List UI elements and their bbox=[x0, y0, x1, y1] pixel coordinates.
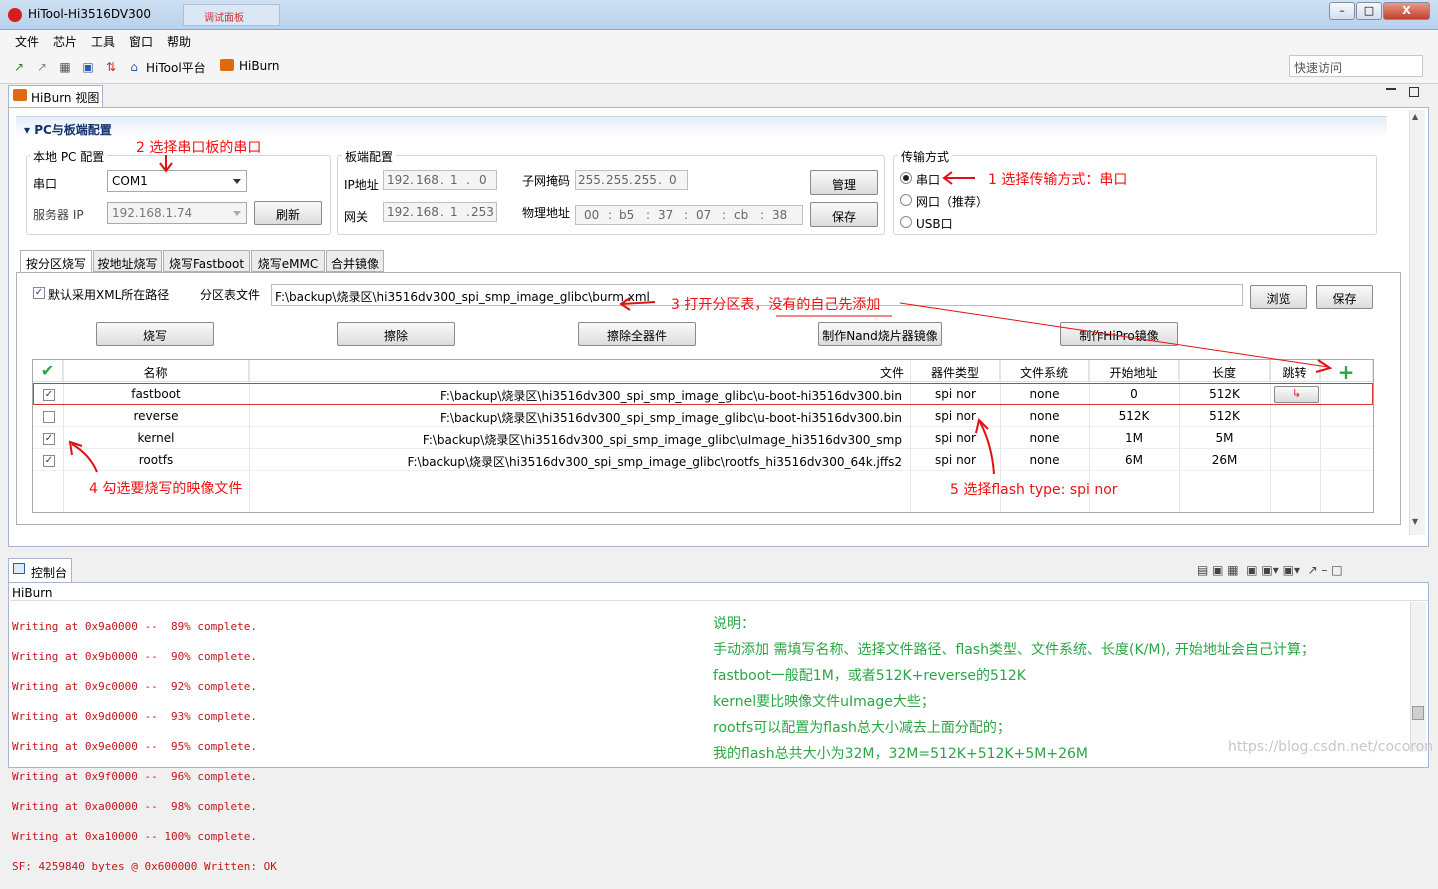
note-line: kernel要比映像文件uImage大些； bbox=[713, 694, 935, 710]
console-line: Writing at 0xa10000 -- 100% complete. bbox=[12, 830, 258, 843]
console-toolbar-icons[interactable]: ▤ ▣ ▦ ▣ ▣▾ ▣▾ ↗ – □ bbox=[1197, 563, 1343, 577]
console-scrollbar[interactable] bbox=[1410, 602, 1426, 752]
arrow-5 bbox=[979, 421, 995, 475]
arrow-3-long bbox=[899, 302, 1329, 368]
note-title: 说明： bbox=[713, 616, 755, 632]
console-line: Writing at 0x9e0000 -- 95% complete. bbox=[12, 740, 258, 753]
note-line: fastboot一般配1M，或者512K+reverse的512K bbox=[713, 668, 1026, 684]
arrow-4 bbox=[71, 443, 98, 473]
console-line: Writing at 0x9b0000 -- 90% complete. bbox=[12, 650, 258, 663]
console-line: SF: 4259840 bytes @ 0x600000 Written: OK bbox=[12, 860, 277, 873]
console-line: Writing at 0x9c0000 -- 92% complete. bbox=[12, 680, 258, 693]
console-line: Writing at 0x9f0000 -- 96% complete. bbox=[12, 770, 258, 783]
watermark: https://blog.csdn.net/cocoron bbox=[1228, 739, 1434, 755]
arrow-3 bbox=[621, 301, 656, 305]
console-line: Writing at 0xa00000 -- 98% complete. bbox=[12, 800, 258, 813]
note-line: 手动添加 需填写名称、选择文件路径、flash类型、文件系统、长度(K/M), … bbox=[713, 642, 1315, 658]
console-scroll-thumb[interactable] bbox=[1412, 706, 1424, 720]
note-line: rootfs可以配置为flash总大小减去上面分配的； bbox=[713, 720, 1011, 736]
console-title: HiBurn bbox=[12, 586, 53, 600]
note-line: 我的flash总共大小为32M，32M=512K+512K+5M+26M bbox=[713, 746, 1088, 762]
console-line: Writing at 0x9a0000 -- 89% complete. bbox=[12, 620, 258, 633]
console-output[interactable]: Writing at 0x9a0000 -- 89% complete. Wri… bbox=[12, 604, 672, 889]
console-line: Writing at 0x9d0000 -- 93% complete. bbox=[12, 710, 258, 723]
console-icon bbox=[13, 563, 25, 574]
console-divider bbox=[10, 600, 1428, 601]
